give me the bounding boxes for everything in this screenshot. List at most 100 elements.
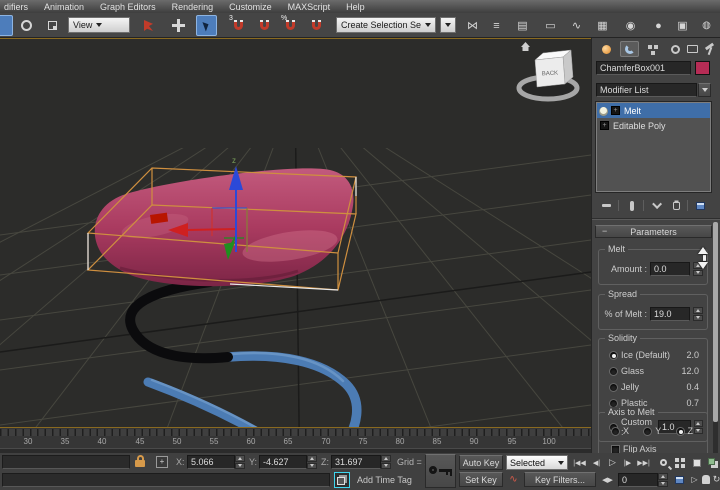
solidity-option-ice[interactable]: Ice (Default) 2.0: [609, 350, 699, 360]
configure-modifier-sets-button[interactable]: [692, 198, 709, 213]
reference-coordinate-dropdown[interactable]: View: [68, 17, 130, 33]
new-key-filter-icon[interactable]: ∿: [506, 472, 521, 487]
axis-z-option[interactable]: Z: [676, 426, 694, 436]
snap-toggle-3d-button[interactable]: 3: [228, 15, 249, 36]
perspective-viewport[interactable]: z BACK: [0, 38, 591, 428]
pct-of-melt-field[interactable]: 19.0: [650, 307, 690, 321]
isolate-selection-button[interactable]: [334, 472, 350, 488]
radio-ice[interactable]: [609, 351, 618, 360]
select-and-manipulate-button[interactable]: [138, 15, 159, 36]
modifier-stack-item-melt[interactable]: + Melt: [597, 103, 710, 118]
select-and-scale-button[interactable]: [42, 15, 63, 36]
modifier-expand-icon[interactable]: +: [611, 106, 620, 115]
modifier-stack-item-editable-poly[interactable]: + Editable Poly: [597, 118, 710, 133]
angle-snap-button[interactable]: [254, 15, 275, 36]
solidity-option-jelly[interactable]: Jelly 0.4: [609, 382, 699, 392]
menu-graph-editors[interactable]: Graph Editors: [92, 2, 164, 12]
use-pivot-center-button[interactable]: [168, 15, 189, 36]
solidity-option-glass[interactable]: Glass 12.0: [609, 366, 699, 376]
scrollbar-thumb[interactable]: [713, 222, 718, 422]
x-coord-field[interactable]: 5.066: [187, 455, 235, 469]
radio-z[interactable]: [676, 427, 685, 436]
parameters-rollout-header[interactable]: − Parameters: [595, 225, 712, 238]
modifier-list-dropdown[interactable]: Modifier List: [596, 83, 697, 97]
select-object-button[interactable]: [196, 15, 217, 36]
amount-field[interactable]: 0.0: [650, 262, 690, 276]
remove-modifier-button[interactable]: [668, 198, 685, 213]
material-editor-button[interactable]: ◉: [620, 15, 641, 36]
select-and-move-button[interactable]: [0, 15, 13, 36]
pct-of-melt-spinner[interactable]: [693, 307, 703, 321]
percent-snap-button[interactable]: %: [280, 15, 301, 36]
viewport-canvas[interactable]: z BACK: [0, 39, 591, 427]
modifier-on-off-bulb-icon[interactable]: [600, 107, 607, 114]
go-to-end-button[interactable]: ▶▶|: [636, 455, 651, 470]
key-filters-button[interactable]: Key Filters...: [524, 472, 596, 487]
zoom-button[interactable]: [656, 455, 671, 470]
viewcube-face-label[interactable]: BACK: [542, 71, 559, 78]
rendered-frame-button[interactable]: ▣: [672, 15, 693, 36]
next-frame-button[interactable]: |▶: [620, 455, 635, 470]
object-name-field[interactable]: ChamferBox001: [596, 61, 691, 75]
modifier-list-arrow-button[interactable]: [698, 83, 711, 97]
tab-hierarchy[interactable]: [643, 41, 662, 57]
align-button[interactable]: ≡: [486, 15, 507, 36]
tab-create[interactable]: [597, 41, 616, 57]
menu-animation[interactable]: Animation: [36, 2, 92, 12]
previous-frame-button[interactable]: ◀|: [589, 455, 604, 470]
selection-lock-button[interactable]: [135, 455, 145, 467]
zoom-extents-button[interactable]: [689, 455, 704, 470]
menu-maxscript[interactable]: MAXScript: [280, 2, 339, 12]
render-production-button[interactable]: ◍: [696, 15, 717, 36]
render-setup-button[interactable]: ●: [648, 15, 669, 36]
current-frame-field[interactable]: 0: [618, 473, 658, 487]
tab-utilities[interactable]: [700, 41, 719, 57]
pin-stack-button[interactable]: [598, 198, 615, 213]
absolute-transform-toggle[interactable]: +: [156, 456, 168, 468]
play-button[interactable]: ▷: [605, 455, 620, 470]
modifier-stack[interactable]: + Melt + Editable Poly: [596, 102, 711, 192]
radio-x[interactable]: [611, 427, 620, 436]
layer-manager-button[interactable]: ▤: [512, 15, 533, 36]
go-to-start-button[interactable]: |◀◀: [572, 455, 587, 470]
radio-jelly[interactable]: [609, 383, 618, 392]
maxscript-mini-listener[interactable]: [2, 455, 130, 469]
modifier-expand-icon[interactable]: +: [600, 121, 609, 130]
named-selection-set-field[interactable]: Create Selection Se: [336, 17, 436, 33]
show-end-result-button[interactable]: [623, 198, 640, 213]
set-key-button[interactable]: Set Key: [459, 472, 503, 487]
y-coord-field[interactable]: -4.627: [259, 455, 307, 469]
radio-y[interactable]: [643, 427, 652, 436]
curve-editor-button[interactable]: ∿: [566, 15, 587, 36]
ribbon-toggle-button[interactable]: ▭: [540, 15, 561, 36]
tab-modify[interactable]: [620, 41, 639, 57]
menu-help[interactable]: Help: [338, 2, 373, 12]
zoom-extents-all-button[interactable]: [705, 455, 720, 470]
frame-spinner[interactable]: [658, 473, 668, 487]
orbit-button[interactable]: ↻: [709, 472, 720, 487]
auto-key-button[interactable]: Auto Key: [459, 455, 503, 470]
spinner-snap-button[interactable]: [306, 15, 327, 36]
z-coord-spinner[interactable]: [381, 455, 391, 469]
x-coord-spinner[interactable]: [235, 455, 245, 469]
schematic-view-button[interactable]: ▦: [592, 15, 613, 36]
key-mode-toggle-button[interactable]: ◀▶: [600, 472, 615, 487]
time-configuration-button[interactable]: [672, 472, 687, 487]
set-keys-button[interactable]: [425, 454, 456, 488]
menu-rendering[interactable]: Rendering: [164, 2, 222, 12]
select-and-rotate-button[interactable]: [16, 15, 37, 36]
make-unique-button[interactable]: [650, 198, 667, 213]
object-color-swatch[interactable]: [695, 61, 710, 75]
panel-scrollbar[interactable]: [713, 222, 718, 455]
selection-filter-dropdown[interactable]: Selected: [506, 455, 568, 470]
axis-y-option[interactable]: Y: [643, 426, 661, 436]
mirror-button[interactable]: ⋈: [462, 15, 483, 36]
radio-glass[interactable]: [609, 367, 618, 376]
selection-set-dropdown-button[interactable]: [440, 17, 456, 33]
add-time-tag[interactable]: Add Time Tag: [357, 475, 412, 485]
menu-modifiers[interactable]: difiers: [0, 2, 36, 12]
menu-customize[interactable]: Customize: [221, 2, 280, 12]
time-slider-ruler[interactable]: 30 35 40 45 50 55 60 65 70 75 80 85 90 9…: [0, 428, 591, 453]
y-coord-spinner[interactable]: [307, 455, 317, 469]
axis-x-option[interactable]: X: [611, 426, 629, 436]
